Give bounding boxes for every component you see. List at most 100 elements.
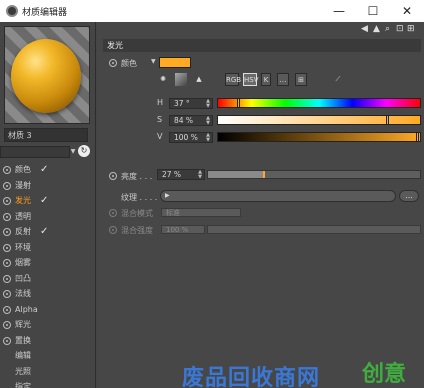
value-slider[interactable] [217,132,421,142]
v-stepper-icon[interactable]: ▲ ▼ [206,133,210,143]
title-bar: 材质编辑器 — ☐ ✕ [0,0,424,22]
color-dropdown-icon[interactable]: ▼ [151,58,156,65]
channel-radio[interactable] [3,212,11,221]
channel-item[interactable]: 凹凸 [0,271,96,287]
checkmark-icon[interactable]: ✓ [40,193,48,209]
channel-label: 辉光 [15,320,31,329]
h-stepper-icon[interactable]: ▲ ▼ [206,99,210,109]
section-title: 发光 [103,39,421,52]
hue-slider[interactable] [217,98,421,108]
channel-item[interactable]: 置换 [0,333,96,349]
brightness-radio[interactable] [109,172,117,180]
material-preview[interactable] [4,26,90,124]
checkmark-icon[interactable]: ✓ [40,224,48,240]
channel-list: 颜色 ✓ 漫射 发光 ✓ 透明 反射 ✓ 环境 烟雾 凹凸 法线 Alpha 辉光 置换 编辑 光照 指定 [0,162,96,388]
chevron-down-icon[interactable]: ▼ [70,146,76,158]
mixer-mode-button[interactable]: … [277,73,289,86]
minimize-button[interactable]: — [322,0,356,22]
rgb-mode-button[interactable]: RGB [225,73,241,86]
channel-radio[interactable] [3,259,11,267]
channel-item[interactable]: 指定 [0,379,96,388]
mix-strength-label: 混合强度 [121,226,153,235]
channel-item[interactable]: 光照 [0,364,96,380]
channel-label: 指定 [15,382,31,388]
texture-label: 纹理 . . . . [121,193,158,202]
saturation-slider[interactable] [217,115,421,125]
channel-label: 发光 [15,196,31,205]
channel-item[interactable]: 透明 [0,209,96,225]
channel-item[interactable]: 编辑 [0,348,96,364]
color-swatch[interactable] [159,57,191,68]
channel-radio[interactable] [3,321,11,329]
color-wheel-icon[interactable]: ✺ [157,73,169,86]
checkmark-icon[interactable]: ✓ [40,162,48,178]
channel-radio[interactable] [3,290,11,298]
mix-mode-dropdown[interactable]: 标准 [161,208,241,217]
color-radio[interactable] [109,59,117,67]
channel-radio[interactable] [3,336,11,345]
channel-item[interactable]: 漫射 [0,178,96,194]
channel-radio[interactable] [3,166,11,174]
play-icon[interactable]: ▶ [165,192,170,199]
search-icon[interactable]: ⌕ [385,24,390,35]
channel-radio[interactable] [3,197,11,205]
channel-label: Alpha [15,304,38,314]
eyedropper-icon[interactable]: ⟋ [333,73,343,86]
channel-item[interactable]: 颜色 ✓ [0,162,96,178]
brightness-stepper-icon[interactable]: ▲ ▼ [198,170,202,180]
texture-browse-button[interactable]: ... [399,190,419,202]
mix-mode-radio[interactable] [109,209,117,217]
s-field[interactable]: 84 % ▲ ▼ [169,115,213,126]
channel-radio[interactable] [3,305,11,314]
value-slider-handle[interactable] [416,132,419,142]
hsv-mode-button[interactable]: HSV [243,73,259,86]
channel-item[interactable]: 烟雾 [0,255,96,271]
channel-radio[interactable] [3,274,11,283]
channel-item[interactable]: 反射 ✓ [0,224,96,240]
channel-item[interactable]: 环境 [0,240,96,256]
channel-label: 置换 [15,335,31,345]
left-panel: 材质 3 ▼ ↻ 颜色 ✓ 漫射 发光 ✓ 透明 反射 ✓ 环境 烟雾 凹凸 法线 Alpha 辉光 置换编… [0,22,96,388]
link-icon[interactable]: ↻ [78,145,90,157]
material-link-field[interactable] [0,146,70,158]
h-field[interactable]: 37 ° ▲ ▼ [169,98,213,109]
s-value: 84 % [174,116,194,125]
brightness-slider[interactable] [207,170,421,179]
swatches-mode-button[interactable]: ⊞ [295,73,307,86]
channel-item[interactable]: 法线 [0,286,96,302]
v-field[interactable]: 100 % ▲ ▼ [169,132,213,143]
hue-slider-handle[interactable] [236,98,240,108]
arrow-up-icon[interactable]: ▲ [373,24,380,35]
saturation-slider-handle[interactable] [385,115,389,125]
close-button[interactable]: ✕ [390,0,424,22]
panel-toolbar: ◀ ▲ ⌕ ⊡ ⊞ [97,22,424,37]
channel-item[interactable]: Alpha [0,302,96,318]
channel-radio[interactable] [3,228,11,236]
brightness-field[interactable]: 27 % ▲ ▼ [157,169,205,180]
channel-label: 环境 [15,242,31,252]
channel-label: 颜色 [15,165,31,174]
channel-radio[interactable] [3,243,11,252]
lock-icon[interactable]: ⊡ [396,24,404,35]
color-label: 颜色 [121,59,137,68]
spectrum-icon[interactable] [175,73,187,86]
v-label: V [157,132,163,141]
mix-strength-slider[interactable] [207,225,421,234]
window-title: 材质编辑器 [22,8,68,18]
brightness-value: 27 % [162,170,182,179]
channel-item[interactable]: 辉光 [0,317,96,333]
mix-strength-field[interactable]: 100 % [161,225,205,234]
material-name-field[interactable]: 材质 3 [4,128,88,142]
expand-icon[interactable]: ⊞ [407,24,415,35]
mix-strength-radio[interactable] [109,226,117,234]
maximize-button[interactable]: ☐ [356,0,390,22]
channel-item[interactable]: 发光 ✓ [0,193,96,209]
texture-slot[interactable]: ▶ [160,190,396,202]
brightness-slider-fill [208,171,266,178]
image-icon[interactable]: ▲ [193,73,205,86]
kelvin-mode-button[interactable]: K [261,73,271,86]
pointer-icon[interactable]: ◀ [361,24,368,35]
s-stepper-icon[interactable]: ▲ ▼ [206,116,210,126]
brightness-label: 亮度 . . . [121,172,153,181]
channel-radio[interactable] [3,181,11,190]
